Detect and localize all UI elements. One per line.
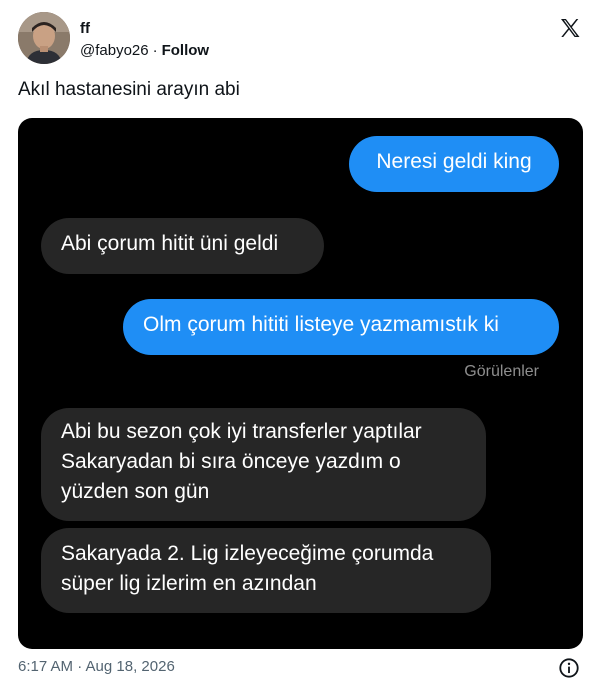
tweet-card: ff @fabyo26 · Follow Akıl hastanesini aray…: [0, 0, 600, 699]
chat-bubble-outgoing: Olm çorum hititi listeye yazmamıstık ki: [123, 299, 559, 355]
author-name[interactable]: ff: [80, 20, 90, 37]
tweet-timestamp[interactable]: 6:17 AM · Aug 18, 2026: [18, 658, 175, 675]
separator-dot: ·: [152, 42, 158, 59]
follow-button[interactable]: Follow: [162, 42, 210, 59]
message-line: Sakaryada 2. Lig izleyeceğime çorumda: [61, 542, 434, 565]
message-line: Abi çorum hitit üni geldi: [61, 232, 279, 255]
avatar-image: [18, 12, 70, 64]
chat-bubble-incoming: Sakaryada 2. Lig izleyeceğime çorumda sü…: [41, 528, 491, 613]
chat-bubble-outgoing: Neresi geldi king: [349, 136, 559, 192]
message-line: Neresi geldi king: [376, 150, 532, 173]
x-logo-icon[interactable]: [558, 16, 582, 40]
tweet-text: Akıl hastanesini arayın abi: [18, 79, 240, 100]
seen-status: Görülenler: [464, 363, 539, 380]
tweet-media-screenshot[interactable]: Neresi geldi king Abi çorum hitit üni ge…: [18, 118, 583, 649]
message-line: yüzden son gün: [61, 480, 210, 503]
message-line: süper lig izlerim en azından: [61, 572, 317, 595]
info-icon[interactable]: [558, 657, 580, 679]
author-handle[interactable]: @fabyo26: [80, 42, 149, 59]
tweet-header: ff @fabyo26 · Follow: [18, 12, 582, 66]
chat-bubble-incoming: Abi çorum hitit üni geldi: [41, 218, 324, 274]
author-handle-row: @fabyo26 · Follow: [80, 42, 209, 59]
avatar[interactable]: [18, 12, 70, 64]
message-line: Abi bu sezon çok iyi transferler yaptıla…: [61, 420, 422, 443]
message-line: Olm çorum hititi listeye yazmamıstık ki: [143, 313, 499, 336]
message-line: Sakaryadan bi sıra önceye yazdım o: [61, 450, 401, 473]
chat-bubble-incoming: Abi bu sezon çok iyi transferler yaptıla…: [41, 408, 486, 521]
